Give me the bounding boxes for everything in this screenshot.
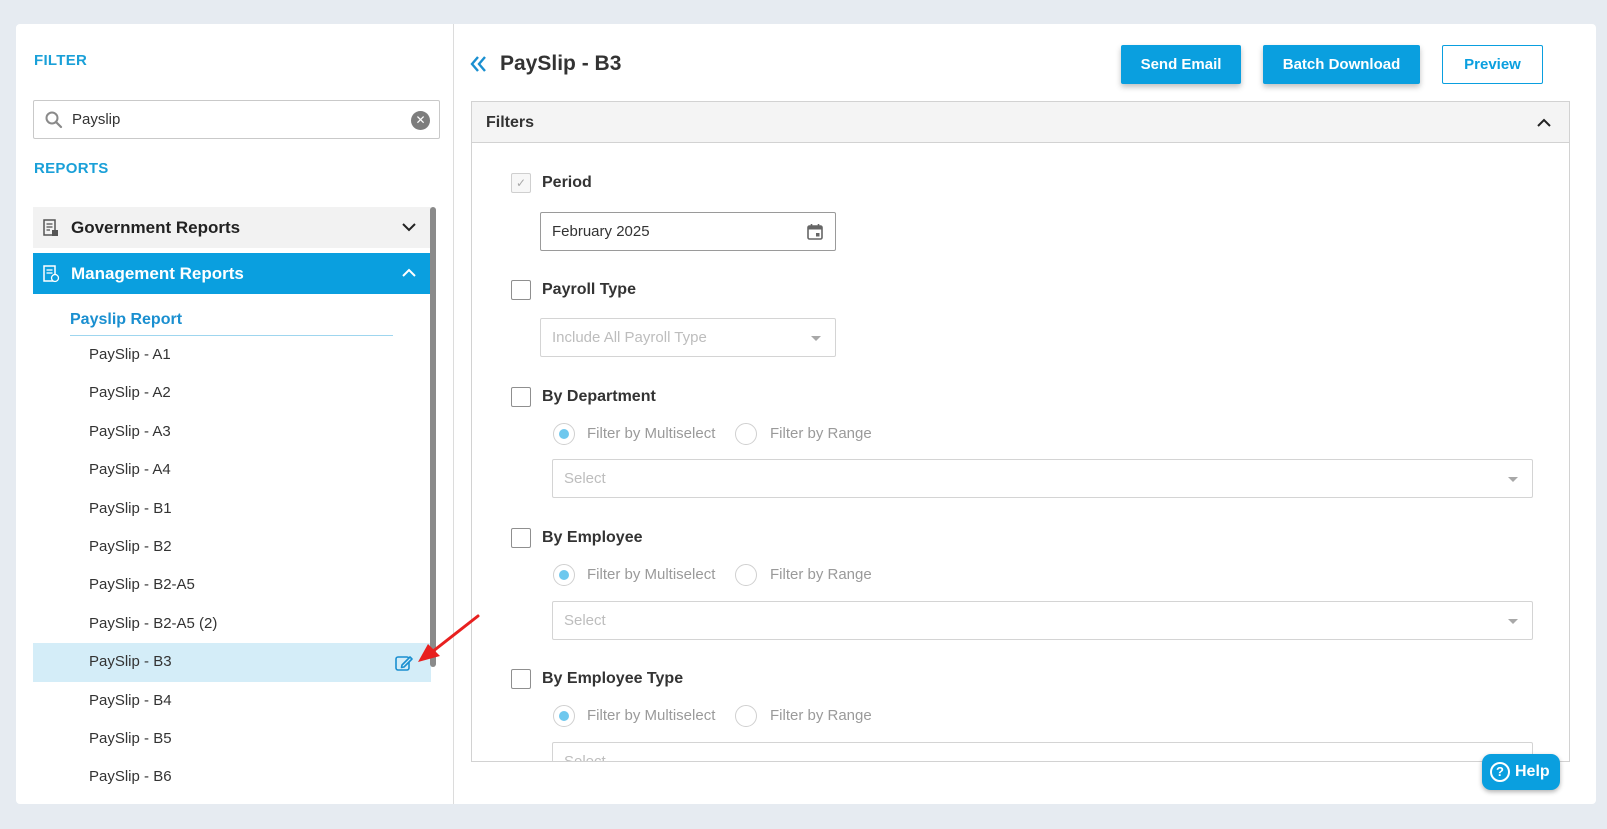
employee-range-label: Filter by Range (770, 566, 872, 583)
send-email-button[interactable]: Send Email (1121, 45, 1241, 84)
report-item-label: PaySlip - A4 (89, 461, 171, 479)
report-item[interactable]: PaySlip - B2-A5 (33, 566, 431, 604)
period-value: February 2025 (552, 223, 650, 240)
chevron-up-icon[interactable] (1536, 115, 1552, 131)
payroll-type-placeholder: Include All Payroll Type (552, 329, 707, 346)
filters-title: Filters (486, 114, 535, 131)
chevron-up-icon[interactable] (401, 265, 417, 281)
report-tree: Government Reports Management Reports Pa… (33, 207, 431, 804)
group-government-reports[interactable]: Government Reports (33, 207, 431, 248)
report-header: PaySlip - B3 Send Email Batch Download P… (455, 24, 1596, 102)
employee-multiselect-label: Filter by Multiselect (587, 566, 716, 583)
employee-type-range-radio[interactable] (735, 705, 757, 727)
report-item[interactable]: PaySlip - A4 (33, 451, 431, 489)
batch-download-button[interactable]: Batch Download (1263, 45, 1420, 84)
department-multiselect-radio[interactable] (553, 423, 575, 445)
report-item[interactable]: PaySlip - B2-A5 (2) (33, 605, 431, 643)
employee-type-select[interactable]: Select (552, 742, 1533, 762)
report-item[interactable]: PaySlip - B2 (33, 528, 431, 566)
sidebar-scrollbar[interactable] (430, 207, 436, 667)
dropdown-caret-icon (811, 336, 821, 341)
employee-placeholder: Select (564, 612, 606, 629)
main-card: FILTER Payslip ✕ REPORTS Government Repo… (16, 24, 1596, 804)
period-checkbox[interactable]: ✓ (511, 173, 531, 193)
by-employee-checkbox[interactable] (511, 528, 531, 548)
by-employee-type-checkbox[interactable] (511, 669, 531, 689)
dropdown-caret-icon (1508, 477, 1518, 482)
department-range-label: Filter by Range (770, 425, 872, 442)
search-icon (45, 111, 63, 129)
filter-label: FILTER (34, 52, 88, 69)
page-title: PaySlip - B3 (500, 52, 622, 75)
annotation-arrow (418, 614, 480, 662)
employee-select[interactable]: Select (552, 601, 1533, 640)
by-employee-type-label: By Employee Type (542, 670, 684, 687)
chevron-down-icon[interactable] (401, 219, 417, 235)
report-item-label: PaySlip - B4 (89, 691, 172, 709)
employee-range-radio[interactable] (735, 564, 757, 586)
payroll-type-label: Payroll Type (542, 281, 636, 298)
clear-search-icon[interactable]: ✕ (411, 111, 430, 130)
report-item[interactable]: PaySlip - B4 (33, 682, 431, 720)
by-department-checkbox[interactable] (511, 387, 531, 407)
reports-label: REPORTS (34, 160, 109, 177)
department-placeholder: Select (564, 470, 606, 487)
by-employee-label: By Employee (542, 529, 643, 546)
report-search-input[interactable]: Payslip ✕ (33, 100, 440, 139)
report-sidebar: FILTER Payslip ✕ REPORTS Government Repo… (16, 24, 454, 804)
employee-type-multiselect-label: Filter by Multiselect (587, 707, 716, 724)
report-item-label: PaySlip - A1 (89, 346, 171, 363)
group-label: Management Reports (71, 263, 244, 283)
report-item-label: PaySlip - A2 (89, 384, 171, 402)
report-item-label: PaySlip - B3 (89, 653, 172, 671)
report-item-label: PaySlip - A3 (89, 422, 171, 440)
report-item[interactable]: PaySlip - A1 (33, 336, 431, 374)
period-label: Period (542, 174, 592, 191)
department-range-radio[interactable] (735, 423, 757, 445)
help-button[interactable]: ? Help (1482, 754, 1560, 790)
subgroup-payslip-report[interactable]: Payslip Report (70, 294, 393, 336)
report-item-label: PaySlip - B2 (89, 537, 172, 555)
group-label: Government Reports (71, 217, 241, 237)
report-document-icon (43, 264, 60, 282)
report-item[interactable]: PaySlip - B6 (33, 758, 431, 796)
report-item-label: PaySlip - B5 (89, 729, 172, 747)
report-item-label: PaySlip - B1 (89, 499, 172, 517)
report-item[interactable]: PaySlip - A2 (33, 374, 431, 412)
period-date-input[interactable]: February 2025 (540, 212, 836, 251)
department-select[interactable]: Select (552, 459, 1533, 498)
group-management-reports[interactable]: Management Reports (33, 253, 431, 294)
report-item[interactable]: PaySlip - A3 (33, 413, 431, 451)
preview-button[interactable]: Preview (1442, 45, 1543, 84)
calendar-icon[interactable] (807, 223, 823, 240)
report-panel: PaySlip - B3 Send Email Batch Download P… (455, 24, 1596, 804)
employee-multiselect-radio[interactable] (553, 564, 575, 586)
filters-header[interactable]: Filters (472, 102, 1569, 143)
report-item-label: PaySlip - B2-A5 (2) (89, 614, 218, 632)
by-department-label: By Department (542, 388, 656, 405)
double-chevron-left-icon[interactable] (469, 54, 489, 74)
report-item[interactable]: PaySlip - B5 (33, 720, 431, 758)
payroll-type-checkbox[interactable] (511, 280, 531, 300)
report-item-label: PaySlip - B2-A5 (89, 576, 195, 594)
filters-panel: Filters ✓ Period February 2025 Payroll T… (471, 101, 1570, 762)
department-multiselect-label: Filter by Multiselect (587, 425, 716, 442)
dropdown-caret-icon (1508, 619, 1518, 624)
employee-type-range-label: Filter by Range (770, 707, 872, 724)
employee-type-multiselect-radio[interactable] (553, 705, 575, 727)
question-icon: ? (1490, 762, 1510, 782)
report-item[interactable]: PaySlip - B1 (33, 490, 431, 528)
report-item-label: PaySlip - B6 (89, 768, 172, 786)
report-document-icon (43, 218, 58, 236)
employee-type-placeholder: Select (564, 753, 606, 762)
help-label: Help (1515, 763, 1550, 780)
payroll-type-select[interactable]: Include All Payroll Type (540, 318, 836, 357)
search-value[interactable]: Payslip (72, 111, 120, 128)
report-item-active[interactable]: PaySlip - B3 (33, 643, 431, 682)
